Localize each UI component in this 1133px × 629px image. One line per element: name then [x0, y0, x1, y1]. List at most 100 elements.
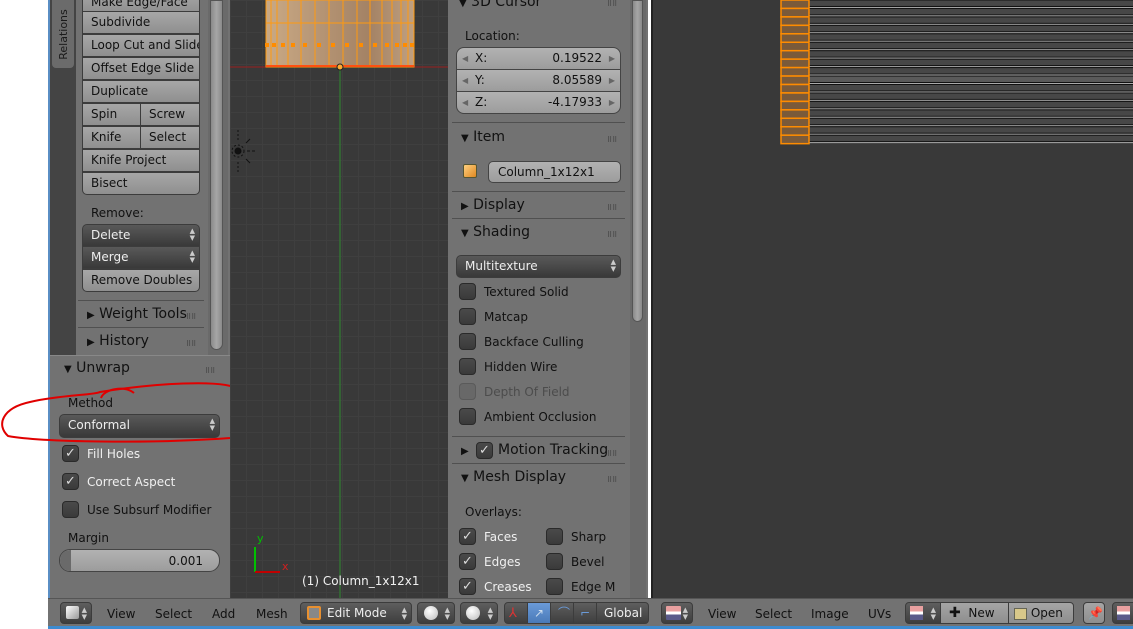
translate-toggle[interactable]: ↗ [527, 602, 551, 624]
uv-image-editor[interactable] [651, 0, 1133, 598]
drag-grip-icon[interactable]: ⠿⠿ [607, 476, 617, 484]
shading-button[interactable]: ▲ ▼ [417, 602, 455, 624]
pin-button[interactable]: 📌 [1083, 602, 1105, 624]
faces-checkbox[interactable]: ✓ [459, 528, 476, 545]
menu-add[interactable]: Add [212, 607, 235, 621]
drag-grip-icon[interactable]: ⠿⠿ [607, 136, 617, 144]
orientation-select[interactable]: Global [596, 602, 649, 624]
knife-project-button[interactable]: Knife Project [82, 149, 200, 172]
merge-menu[interactable]: Merge ▲ ▼ [82, 246, 200, 269]
backface-culling-checkbox[interactable] [459, 333, 476, 350]
cursor-x-field[interactable]: ◀ X: 0.19522 ▶ [456, 47, 621, 70]
mode-select[interactable]: Edit Mode ▲ ▼ [300, 602, 412, 624]
panel-3d-cursor[interactable]: ▼ 3D Cursor [459, 0, 541, 10]
creases-checkbox[interactable]: ✓ [459, 578, 476, 595]
menu-uvs[interactable]: UVs [868, 607, 891, 621]
drag-grip-icon[interactable]: ⠿⠿ [186, 313, 196, 321]
bisect-button[interactable]: Bisect [82, 172, 200, 195]
edge-m-checkbox[interactable] [546, 578, 563, 595]
divider [452, 122, 625, 123]
drag-grip-icon[interactable]: ⠿⠿ [205, 367, 215, 375]
3d-viewport[interactable]: y x (1) Column_1x12x1 [230, 0, 448, 598]
menu-select[interactable]: Select [155, 607, 192, 621]
editor-type-button[interactable]: ▲ ▼ [661, 602, 693, 624]
arrow-right-icon[interactable]: ▶ [609, 70, 615, 91]
scrollbar-thumb[interactable] [210, 0, 223, 350]
bevel-checkbox[interactable] [546, 553, 563, 570]
panel-motion-tracking[interactable]: ▶ [461, 442, 469, 458]
uv-selected-face [780, 0, 810, 10]
item-name-field[interactable]: Column_1x12x1 [488, 161, 621, 183]
uv-selected-face [780, 33, 810, 43]
shading-mode-select[interactable]: Multitexture ▲ ▼ [456, 255, 621, 278]
subdivide-button[interactable]: Subdivide [82, 11, 200, 34]
arrow-right-icon[interactable]: ▶ [609, 48, 615, 69]
panel-shading-label: Shading [473, 224, 531, 240]
manipulator-icon: ⅄ [509, 606, 517, 621]
editor-type-button[interactable]: ▲ ▼ [60, 602, 92, 624]
menu-mesh[interactable]: Mesh [256, 607, 288, 621]
spin-button[interactable]: Spin [82, 103, 141, 126]
hidden-wire-checkbox[interactable] [459, 358, 476, 375]
ambient-occlusion-checkbox[interactable] [459, 408, 476, 425]
arrow-left-icon[interactable]: ◀ [462, 92, 468, 113]
cursor-y-field[interactable]: ◀ Y: 8.05589 ▶ [456, 69, 621, 92]
correct-aspect-checkbox[interactable]: ✓ [62, 473, 79, 490]
manipulator-toggle[interactable]: ⅄ [504, 602, 528, 624]
faces-label: Faces [484, 530, 518, 544]
scrollbar-thumb[interactable] [632, 0, 643, 322]
tab-relations[interactable]: Relations [52, 0, 74, 68]
menu-image[interactable]: Image [811, 607, 849, 621]
panel-3d-cursor-label: 3D Cursor [471, 0, 542, 10]
image-slot-button[interactable] [1112, 602, 1133, 624]
menu-view[interactable]: View [107, 607, 135, 621]
drag-grip-icon[interactable]: ⠿⠿ [186, 340, 196, 348]
panel-item[interactable]: ▼ Item [461, 129, 505, 145]
arrow-right-icon[interactable]: ▶ [609, 92, 615, 113]
y-value: 8.05589 [552, 73, 602, 87]
drag-grip-icon[interactable]: ⠿⠿ [607, 450, 617, 458]
depth-of-field-checkbox[interactable] [459, 383, 476, 400]
matcap-checkbox[interactable] [459, 308, 476, 325]
arrow-left-icon[interactable]: ◀ [462, 70, 468, 91]
panel-unwrap[interactable]: ▼ Unwrap [64, 360, 130, 376]
scale-toggle[interactable]: ⌐ [573, 602, 597, 624]
panel-weight-tools[interactable]: ▶ Weight Tools [87, 306, 187, 322]
arrow-left-icon[interactable]: ◀ [462, 48, 468, 69]
sharp-checkbox[interactable] [546, 528, 563, 545]
new-image-button[interactable]: ✚ New [940, 602, 1009, 624]
uv-selected-face [780, 24, 810, 35]
pivot-button[interactable]: ▲ ▼ [460, 602, 498, 624]
open-image-button[interactable]: Open [1008, 602, 1074, 624]
loop-cut-button[interactable]: Loop Cut and Slide [82, 34, 200, 57]
offset-edge-slide-button[interactable]: Offset Edge Slide [82, 57, 200, 80]
duplicate-button[interactable]: Duplicate [82, 80, 200, 103]
triangle-right-icon: ▶ [87, 310, 95, 321]
panel-shading[interactable]: ▼ Shading [461, 224, 530, 240]
drag-grip-icon[interactable]: ⠿⠿ [607, 231, 617, 239]
screw-button[interactable]: Screw [140, 103, 200, 126]
properties-scrollbar[interactable] [630, 0, 646, 598]
menu-view[interactable]: View [708, 607, 736, 621]
drag-grip-icon[interactable]: ⠿⠿ [607, 0, 617, 8]
remove-doubles-button[interactable]: Remove Doubles [82, 269, 200, 292]
panel-display[interactable]: ▶ Display [461, 197, 525, 213]
rotate-toggle[interactable]: ⌒ [550, 602, 574, 624]
menu-select[interactable]: Select [755, 607, 792, 621]
panel-mesh-display[interactable]: ▼ Mesh Display [461, 469, 566, 485]
image-browse-button[interactable]: ▲ ▼ [905, 602, 941, 624]
textured-solid-checkbox[interactable] [459, 283, 476, 300]
panel-history[interactable]: ▶ History [87, 333, 149, 349]
drag-grip-icon[interactable]: ⠿⠿ [607, 204, 617, 212]
fill-holes-checkbox[interactable]: ✓ [62, 445, 79, 462]
use-subsurf-checkbox[interactable] [62, 501, 79, 518]
edges-checkbox[interactable]: ✓ [459, 553, 476, 570]
margin-slider[interactable]: 0.001 [59, 549, 220, 572]
knife-button[interactable]: Knife [82, 126, 141, 149]
delete-menu[interactable]: Delete ▲ ▼ [82, 224, 200, 247]
knife-select-button[interactable]: Select [140, 126, 200, 149]
toolshelf-scrollbar[interactable] [208, 0, 228, 355]
location-label: Location: [465, 29, 520, 43]
cursor-z-field[interactable]: ◀ Z: -4.17933 ▶ [456, 91, 621, 114]
motion-tracking-checkbox[interactable]: ✓ [476, 442, 493, 459]
